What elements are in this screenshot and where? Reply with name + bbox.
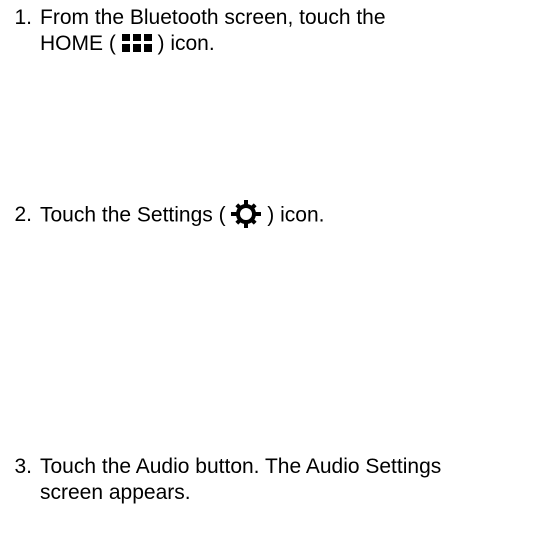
step-text: Touch the Audio button. The Audio Settin… — [40, 454, 550, 506]
step-number: 1. — [14, 6, 32, 29]
step-text-line-1: Touch the Audio button. The Audio Settin… — [40, 455, 442, 478]
home-grid-icon — [121, 33, 152, 53]
step-text: From the Bluetooth screen, touch the HOM… — [40, 5, 550, 57]
step-text-line-2: screen appears. — [40, 481, 191, 504]
step-1: 1. From the Bluetooth screen, touch the … — [0, 5, 550, 57]
step-text-line-1: From the Bluetooth screen, touch the — [40, 6, 386, 29]
step-number: 3. — [14, 455, 32, 478]
step-3: 3. Touch the Audio button. The Audio Set… — [0, 454, 550, 506]
step-text: Touch the Settings ( ) icon. — [40, 200, 550, 230]
step-text-home-prefix: HOME ( — [40, 32, 122, 55]
step-2: 2. Touch the Settings ( ) icon. — [0, 200, 550, 230]
step-text-suffix: ) icon. — [151, 32, 215, 55]
step-number: 2. — [14, 203, 32, 226]
step-text-prefix: Touch the Settings ( — [40, 203, 232, 227]
step-text-suffix: ) icon. — [261, 203, 325, 227]
settings-gear-icon — [231, 200, 262, 228]
